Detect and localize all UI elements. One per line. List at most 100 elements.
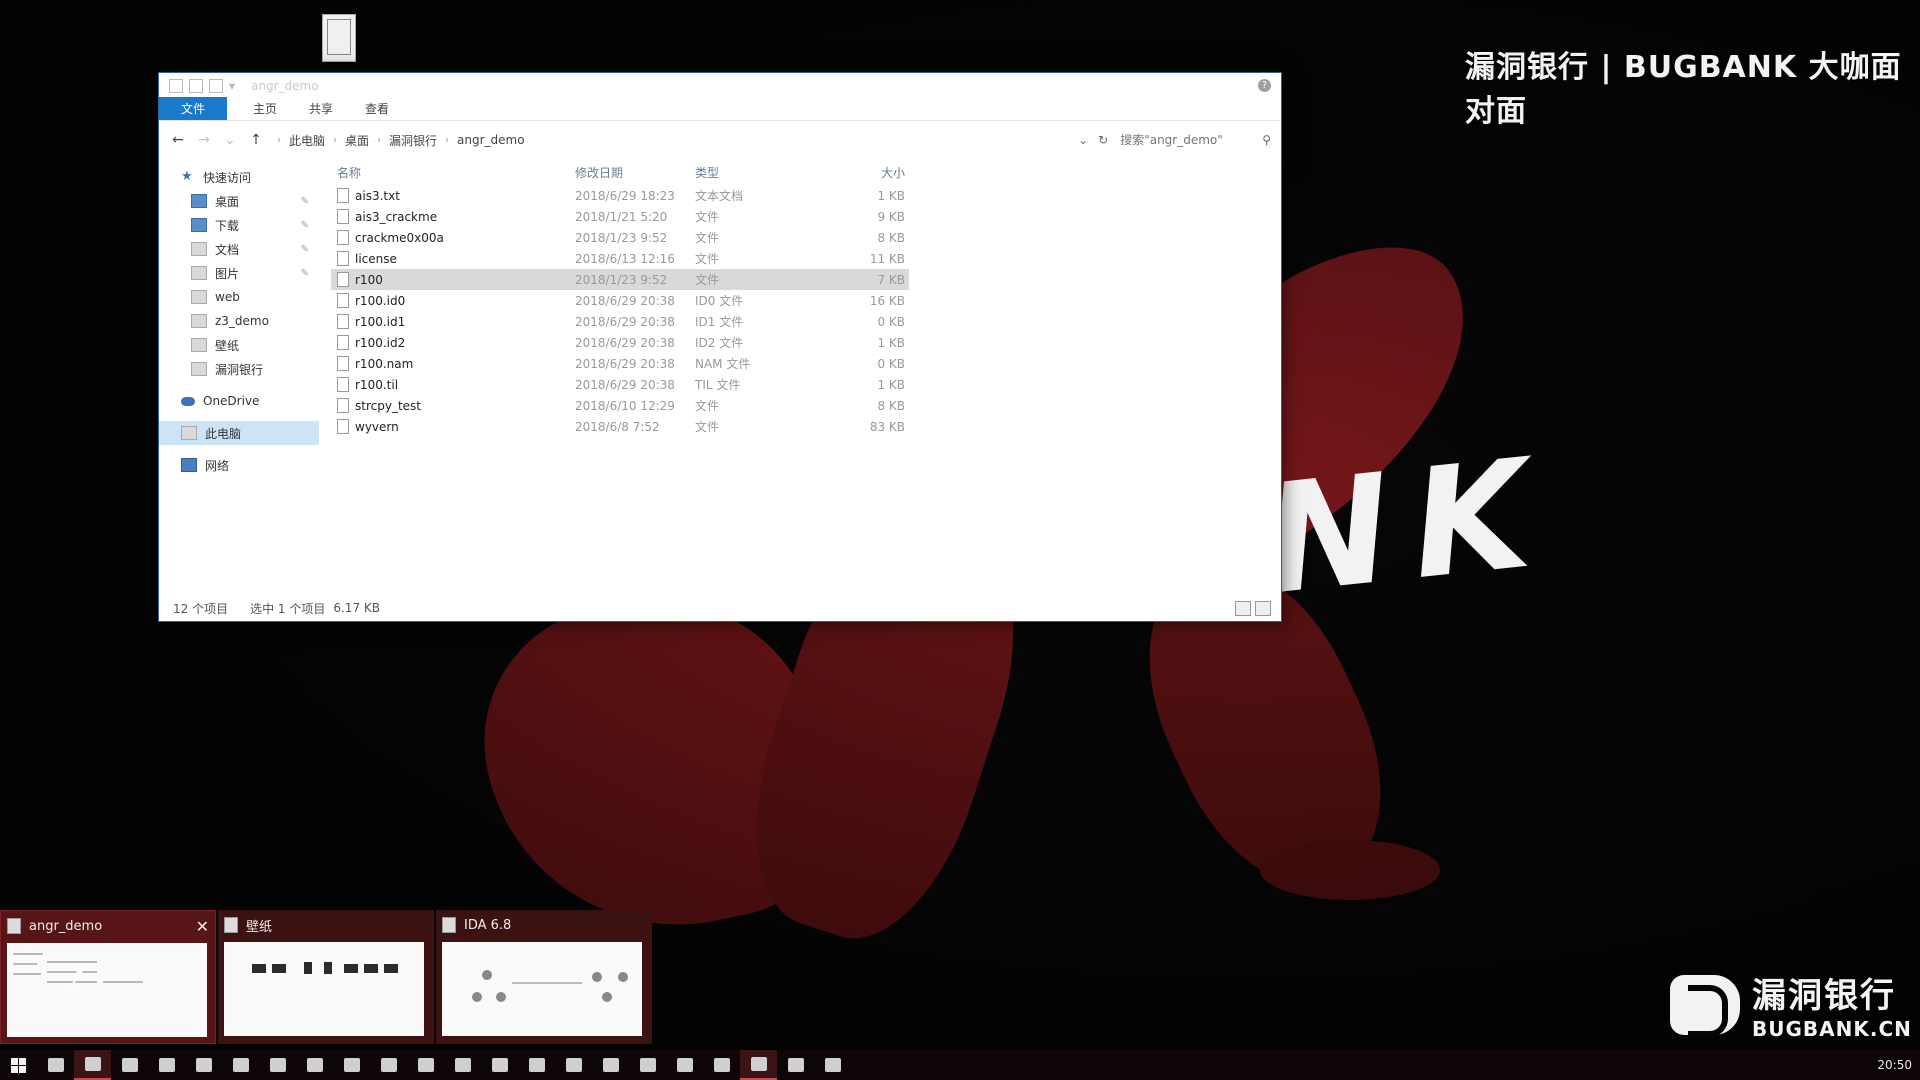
file-row[interactable]: crackme0x00a 2018/1/23 9:52 文件 8 KB <box>331 227 909 248</box>
nav-bugbank[interactable]: 漏洞银行 <box>159 357 319 381</box>
refresh-icon[interactable]: ↻ <box>1098 133 1108 147</box>
thumbnail-wallpaper[interactable]: 壁纸 <box>218 910 434 1044</box>
file-date: 2018/6/29 20:38 <box>575 293 675 308</box>
chevron-right-icon[interactable]: › <box>333 135 337 146</box>
nav-onedrive[interactable]: OneDrive <box>159 389 319 413</box>
start-button[interactable] <box>0 1050 37 1080</box>
file-type: 文件 <box>695 231 720 245</box>
file-name: r100.id2 <box>355 335 406 350</box>
file-row[interactable]: license 2018/6/13 12:16 文件 11 KB <box>331 248 909 269</box>
taskbar-onenote[interactable] <box>259 1050 296 1080</box>
taskbar-terminal[interactable] <box>777 1050 814 1080</box>
search-icon[interactable]: ⚲ <box>1262 133 1271 147</box>
nav-pictures[interactable]: 图片 ✎ <box>159 261 319 285</box>
chevron-right-icon[interactable]: › <box>445 135 449 146</box>
taskbar-docs[interactable] <box>518 1050 555 1080</box>
file-name: ais3_crackme <box>355 209 438 224</box>
taskbar-mail[interactable] <box>148 1050 185 1080</box>
file-row[interactable]: r100.id2 2018/6/29 20:38 ID2 文件 1 KB <box>331 332 909 353</box>
ida-icon <box>750 1057 767 1071</box>
tab-view[interactable]: 查看 <box>349 97 405 120</box>
undo-icon[interactable] <box>209 78 223 93</box>
taskbar-settings[interactable] <box>333 1050 370 1080</box>
docs-icon <box>528 1058 545 1072</box>
taskbar-burp[interactable] <box>814 1050 851 1080</box>
breadcrumb-desktop[interactable]: 桌面 <box>345 132 369 149</box>
file-row[interactable]: r100 2018/1/23 9:52 文件 7 KB <box>331 269 909 290</box>
taskbar-app[interactable] <box>629 1050 666 1080</box>
column-name[interactable]: 名称 <box>331 164 575 181</box>
qat-dropdown-icon[interactable]: ▾ <box>229 79 235 93</box>
wechat-icon <box>602 1058 619 1072</box>
new-folder-icon[interactable] <box>189 78 203 93</box>
back-arrow-icon[interactable]: ← <box>169 132 187 148</box>
breadcrumb-angr-demo[interactable]: angr_demo <box>457 133 525 147</box>
properties-icon[interactable] <box>169 78 183 93</box>
file-icon <box>337 272 349 287</box>
breadcrumb-this-pc[interactable]: 此电脑 <box>289 132 325 149</box>
large-icons-view-icon[interactable] <box>1255 600 1271 616</box>
address-dropdown-icon[interactable]: ⌄ <box>1078 133 1088 147</box>
file-explorer-window: ▾ angr_demo ? 文件 主页 共享 查看 ← → ⌄ ↑ › 此电脑 … <box>158 72 1282 622</box>
file-date: 2018/6/29 20:38 <box>575 314 675 329</box>
tab-file[interactable]: 文件 <box>159 97 228 120</box>
forward-arrow-icon[interactable]: → <box>195 132 213 148</box>
taskbar-arrow-tool[interactable] <box>666 1050 703 1080</box>
chevron-right-icon[interactable]: › <box>377 135 381 146</box>
search-input[interactable] <box>1118 129 1253 151</box>
file-row[interactable]: wyvern 2018/6/8 7:52 文件 83 KB <box>331 416 909 437</box>
file-row[interactable]: strcpy_test 2018/6/10 12:29 文件 8 KB <box>331 395 909 416</box>
tab-share[interactable]: 共享 <box>293 97 349 120</box>
nav-z3-demo[interactable]: z3_demo <box>159 309 319 333</box>
column-type[interactable]: 类型 <box>695 164 815 181</box>
nav-web[interactable]: web <box>159 285 319 309</box>
file-date: 2018/1/23 9:52 <box>575 272 668 287</box>
file-row[interactable]: ais3_crackme 2018/1/21 5:20 文件 9 KB <box>331 206 909 227</box>
file-row[interactable]: r100.nam 2018/6/29 20:38 NAM 文件 0 KB <box>331 353 909 374</box>
column-date[interactable]: 修改日期 <box>575 164 695 181</box>
taskbar-ie[interactable] <box>37 1050 74 1080</box>
taskbar-wechat[interactable] <box>592 1050 629 1080</box>
file-type: ID1 文件 <box>695 315 744 329</box>
nav-network[interactable]: 网络 <box>159 453 319 477</box>
nav-quick-access[interactable]: ★ 快速访问 <box>159 165 319 189</box>
nav-downloads[interactable]: 下载 ✎ <box>159 213 319 237</box>
file-row[interactable]: r100.til 2018/6/29 20:38 TIL 文件 1 KB <box>331 374 909 395</box>
bugbank-logo-icon <box>1670 974 1740 1037</box>
up-arrow-icon[interactable]: ↑ <box>247 132 265 148</box>
taskbar-photoshop[interactable] <box>444 1050 481 1080</box>
thumbnail-angr-demo[interactable]: angr_demo ✕ <box>0 910 216 1044</box>
tab-home[interactable]: 主页 <box>237 97 293 120</box>
nav-wallpaper[interactable]: 壁纸 <box>159 333 319 357</box>
file-row[interactable]: r100.id0 2018/6/29 20:38 ID0 文件 16 KB <box>331 290 909 311</box>
pin-icon: ✎ <box>300 219 309 231</box>
recent-dropdown-icon[interactable]: ⌄ <box>221 132 239 148</box>
close-icon[interactable]: ✕ <box>196 917 209 936</box>
taskbar-ida[interactable] <box>740 1050 777 1080</box>
taskbar-notepad[interactable] <box>481 1050 518 1080</box>
file-type: ID2 文件 <box>695 336 744 350</box>
taskbar-pycharm[interactable] <box>555 1050 592 1080</box>
pin-icon: ✎ <box>300 243 309 255</box>
nav-this-pc[interactable]: 此电脑 <box>159 421 319 445</box>
taskbar-store[interactable] <box>111 1050 148 1080</box>
file-row[interactable]: ais3.txt 2018/6/29 18:23 文本文档 1 KB <box>331 185 909 206</box>
breadcrumb-bugbank[interactable]: 漏洞银行 <box>389 132 437 149</box>
taskbar-unity[interactable] <box>407 1050 444 1080</box>
taskbar-browser[interactable] <box>370 1050 407 1080</box>
nav-desktop[interactable]: 桌面 ✎ <box>159 189 319 213</box>
taskbar-illustrator[interactable] <box>296 1050 333 1080</box>
taskbar-chrome-alt[interactable] <box>222 1050 259 1080</box>
file-row[interactable]: r100.id1 2018/6/29 20:38 ID1 文件 0 KB <box>331 311 909 332</box>
file-type: 文件 <box>695 273 720 287</box>
help-icon[interactable]: ? <box>1258 79 1271 92</box>
taskbar-chrome-2[interactable] <box>703 1050 740 1080</box>
nav-documents[interactable]: 文档 ✎ <box>159 237 319 261</box>
taskbar-chrome[interactable] <box>185 1050 222 1080</box>
file-icon <box>337 377 349 392</box>
taskbar-file-explorer[interactable] <box>74 1050 111 1080</box>
column-size[interactable]: 大小 <box>815 164 905 181</box>
desktop-file-icon[interactable] <box>322 14 356 62</box>
thumbnail-ida[interactable]: IDA 6.8 <box>436 910 652 1044</box>
details-view-icon[interactable] <box>1235 600 1251 616</box>
